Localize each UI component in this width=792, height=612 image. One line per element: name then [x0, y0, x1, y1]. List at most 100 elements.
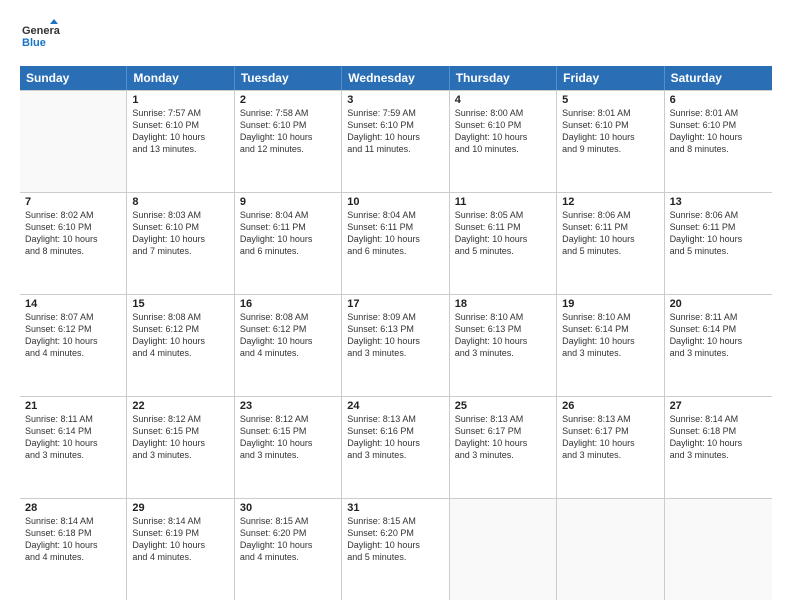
day-info: Sunrise: 8:05 AM Sunset: 6:11 PM Dayligh…	[455, 209, 551, 258]
calendar-body: 1Sunrise: 7:57 AM Sunset: 6:10 PM Daylig…	[20, 90, 772, 600]
calendar-row: 21Sunrise: 8:11 AM Sunset: 6:14 PM Dayli…	[20, 397, 772, 499]
day-number: 26	[562, 400, 658, 412]
day-info: Sunrise: 8:13 AM Sunset: 6:17 PM Dayligh…	[562, 413, 658, 462]
calendar-row: 1Sunrise: 7:57 AM Sunset: 6:10 PM Daylig…	[20, 91, 772, 193]
day-number: 14	[25, 298, 121, 310]
weekday-header: Sunday	[20, 66, 127, 90]
day-number: 16	[240, 298, 336, 310]
day-cell: 5Sunrise: 8:01 AM Sunset: 6:10 PM Daylig…	[557, 91, 664, 192]
day-info: Sunrise: 8:12 AM Sunset: 6:15 PM Dayligh…	[132, 413, 228, 462]
empty-cell	[557, 499, 664, 600]
day-cell: 19Sunrise: 8:10 AM Sunset: 6:14 PM Dayli…	[557, 295, 664, 396]
day-info: Sunrise: 7:57 AM Sunset: 6:10 PM Dayligh…	[132, 107, 228, 156]
day-cell: 18Sunrise: 8:10 AM Sunset: 6:13 PM Dayli…	[450, 295, 557, 396]
day-number: 22	[132, 400, 228, 412]
day-cell: 20Sunrise: 8:11 AM Sunset: 6:14 PM Dayli…	[665, 295, 772, 396]
day-number: 4	[455, 94, 551, 106]
day-cell: 2Sunrise: 7:58 AM Sunset: 6:10 PM Daylig…	[235, 91, 342, 192]
day-info: Sunrise: 8:13 AM Sunset: 6:17 PM Dayligh…	[455, 413, 551, 462]
weekday-header: Friday	[557, 66, 664, 90]
calendar-header: SundayMondayTuesdayWednesdayThursdayFrid…	[20, 66, 772, 90]
day-number: 23	[240, 400, 336, 412]
day-number: 1	[132, 94, 228, 106]
day-number: 31	[347, 502, 443, 514]
day-cell: 14Sunrise: 8:07 AM Sunset: 6:12 PM Dayli…	[20, 295, 127, 396]
day-number: 19	[562, 298, 658, 310]
day-info: Sunrise: 8:14 AM Sunset: 6:19 PM Dayligh…	[132, 515, 228, 564]
day-number: 10	[347, 196, 443, 208]
day-cell: 26Sunrise: 8:13 AM Sunset: 6:17 PM Dayli…	[557, 397, 664, 498]
day-info: Sunrise: 8:00 AM Sunset: 6:10 PM Dayligh…	[455, 107, 551, 156]
day-info: Sunrise: 8:12 AM Sunset: 6:15 PM Dayligh…	[240, 413, 336, 462]
weekday-header: Monday	[127, 66, 234, 90]
day-number: 27	[670, 400, 767, 412]
calendar-row: 28Sunrise: 8:14 AM Sunset: 6:18 PM Dayli…	[20, 499, 772, 600]
day-info: Sunrise: 8:04 AM Sunset: 6:11 PM Dayligh…	[240, 209, 336, 258]
day-number: 25	[455, 400, 551, 412]
day-cell: 25Sunrise: 8:13 AM Sunset: 6:17 PM Dayli…	[450, 397, 557, 498]
calendar-row: 7Sunrise: 8:02 AM Sunset: 6:10 PM Daylig…	[20, 193, 772, 295]
day-cell: 16Sunrise: 8:08 AM Sunset: 6:12 PM Dayli…	[235, 295, 342, 396]
day-cell: 3Sunrise: 7:59 AM Sunset: 6:10 PM Daylig…	[342, 91, 449, 192]
day-info: Sunrise: 7:59 AM Sunset: 6:10 PM Dayligh…	[347, 107, 443, 156]
weekday-header: Saturday	[665, 66, 772, 90]
day-cell: 11Sunrise: 8:05 AM Sunset: 6:11 PM Dayli…	[450, 193, 557, 294]
day-info: Sunrise: 8:10 AM Sunset: 6:13 PM Dayligh…	[455, 311, 551, 360]
day-number: 20	[670, 298, 767, 310]
day-number: 2	[240, 94, 336, 106]
day-info: Sunrise: 8:09 AM Sunset: 6:13 PM Dayligh…	[347, 311, 443, 360]
logo: General Blue	[20, 18, 58, 56]
day-info: Sunrise: 8:01 AM Sunset: 6:10 PM Dayligh…	[562, 107, 658, 156]
weekday-header: Wednesday	[342, 66, 449, 90]
calendar-row: 14Sunrise: 8:07 AM Sunset: 6:12 PM Dayli…	[20, 295, 772, 397]
day-info: Sunrise: 8:11 AM Sunset: 6:14 PM Dayligh…	[25, 413, 121, 462]
day-number: 28	[25, 502, 121, 514]
day-info: Sunrise: 8:01 AM Sunset: 6:10 PM Dayligh…	[670, 107, 767, 156]
weekday-header: Thursday	[450, 66, 557, 90]
day-cell: 27Sunrise: 8:14 AM Sunset: 6:18 PM Dayli…	[665, 397, 772, 498]
day-cell: 30Sunrise: 8:15 AM Sunset: 6:20 PM Dayli…	[235, 499, 342, 600]
day-info: Sunrise: 7:58 AM Sunset: 6:10 PM Dayligh…	[240, 107, 336, 156]
day-number: 6	[670, 94, 767, 106]
day-info: Sunrise: 8:15 AM Sunset: 6:20 PM Dayligh…	[347, 515, 443, 564]
day-info: Sunrise: 8:06 AM Sunset: 6:11 PM Dayligh…	[670, 209, 767, 258]
day-number: 8	[132, 196, 228, 208]
day-info: Sunrise: 8:10 AM Sunset: 6:14 PM Dayligh…	[562, 311, 658, 360]
day-cell: 22Sunrise: 8:12 AM Sunset: 6:15 PM Dayli…	[127, 397, 234, 498]
day-info: Sunrise: 8:11 AM Sunset: 6:14 PM Dayligh…	[670, 311, 767, 360]
day-number: 7	[25, 196, 121, 208]
day-cell: 21Sunrise: 8:11 AM Sunset: 6:14 PM Dayli…	[20, 397, 127, 498]
day-number: 21	[25, 400, 121, 412]
day-number: 13	[670, 196, 767, 208]
day-number: 3	[347, 94, 443, 106]
day-cell: 7Sunrise: 8:02 AM Sunset: 6:10 PM Daylig…	[20, 193, 127, 294]
day-number: 30	[240, 502, 336, 514]
day-cell: 15Sunrise: 8:08 AM Sunset: 6:12 PM Dayli…	[127, 295, 234, 396]
day-number: 11	[455, 196, 551, 208]
page: General Blue SundayMondayTuesdayWednesda…	[0, 0, 792, 612]
day-cell: 1Sunrise: 7:57 AM Sunset: 6:10 PM Daylig…	[127, 91, 234, 192]
weekday-header: Tuesday	[235, 66, 342, 90]
day-info: Sunrise: 8:08 AM Sunset: 6:12 PM Dayligh…	[132, 311, 228, 360]
day-number: 5	[562, 94, 658, 106]
day-cell: 9Sunrise: 8:04 AM Sunset: 6:11 PM Daylig…	[235, 193, 342, 294]
day-info: Sunrise: 8:14 AM Sunset: 6:18 PM Dayligh…	[670, 413, 767, 462]
day-cell: 10Sunrise: 8:04 AM Sunset: 6:11 PM Dayli…	[342, 193, 449, 294]
empty-cell	[450, 499, 557, 600]
day-info: Sunrise: 8:08 AM Sunset: 6:12 PM Dayligh…	[240, 311, 336, 360]
day-number: 9	[240, 196, 336, 208]
day-cell: 31Sunrise: 8:15 AM Sunset: 6:20 PM Dayli…	[342, 499, 449, 600]
day-cell: 29Sunrise: 8:14 AM Sunset: 6:19 PM Dayli…	[127, 499, 234, 600]
empty-cell	[20, 91, 127, 192]
day-info: Sunrise: 8:07 AM Sunset: 6:12 PM Dayligh…	[25, 311, 121, 360]
day-info: Sunrise: 8:03 AM Sunset: 6:10 PM Dayligh…	[132, 209, 228, 258]
empty-cell	[665, 499, 772, 600]
day-number: 17	[347, 298, 443, 310]
day-cell: 28Sunrise: 8:14 AM Sunset: 6:18 PM Dayli…	[20, 499, 127, 600]
day-info: Sunrise: 8:15 AM Sunset: 6:20 PM Dayligh…	[240, 515, 336, 564]
svg-text:General: General	[22, 25, 60, 37]
day-info: Sunrise: 8:14 AM Sunset: 6:18 PM Dayligh…	[25, 515, 121, 564]
day-cell: 23Sunrise: 8:12 AM Sunset: 6:15 PM Dayli…	[235, 397, 342, 498]
day-cell: 13Sunrise: 8:06 AM Sunset: 6:11 PM Dayli…	[665, 193, 772, 294]
svg-text:Blue: Blue	[22, 37, 46, 49]
